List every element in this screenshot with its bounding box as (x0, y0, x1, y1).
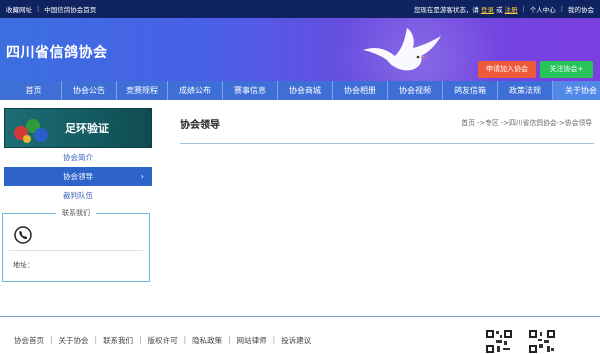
lottery-balls-icon (14, 119, 48, 143)
or-text: 或 (496, 6, 503, 14)
favorites-link[interactable]: 收藏网址 (6, 4, 32, 14)
footer-link[interactable]: 版权许可 (148, 335, 178, 346)
sidebar-menu-label: 协会简介 (63, 153, 93, 162)
nav-item[interactable]: 成绩公布 (168, 81, 223, 100)
header-banner: 四川省信鸽协会 申请加入协会 关注协会+ (0, 18, 600, 81)
title-divider (180, 143, 594, 144)
sidebar-menu-item[interactable]: 协会简介 (4, 148, 152, 167)
contact-box: 联系我们 地址： (2, 208, 150, 282)
sidebar: 足环验证 协会简介协会领导 › 裁判队伍 联系我们 地址： (2, 108, 152, 282)
my-association-link[interactable]: 我的协会 (568, 4, 594, 14)
footer-separator: | (50, 335, 53, 344)
footer-separator: | (228, 335, 231, 344)
sidebar-menu-item[interactable]: 协会领导 › (4, 167, 152, 186)
footer-separator: | (139, 335, 142, 344)
qr-code-icon (528, 329, 556, 354)
follow-association-button[interactable]: 关注协会+ (540, 61, 593, 78)
nav-item[interactable]: 协会相册 (333, 81, 388, 100)
nav-item[interactable]: 政策法规 (498, 81, 553, 100)
footer-link[interactable]: 协会首页 (14, 335, 44, 346)
sidebar-menu-label: 裁判队伍 (63, 191, 93, 200)
join-association-button[interactable]: 申请加入协会 (478, 61, 536, 78)
footer-link[interactable]: 联系我们 (103, 335, 133, 346)
footer-separator: | (272, 335, 276, 344)
main-nav: 首页 协会公告 竞赛规程 成绩公布 赛事信息 协会商城 协会相册 协会视频 鸽友信箱 政策法规 关于… (0, 81, 600, 100)
personal-center-link[interactable]: 个人中心 (530, 4, 556, 14)
cxa-home-link[interactable]: 中国信鸽协会首页 (44, 4, 96, 14)
site-title[interactable]: 四川省信鸽协会 (6, 42, 108, 62)
footer-separator: | (183, 335, 187, 344)
qr-code-icon (485, 329, 513, 354)
nav-item[interactable]: 协会商城 (278, 81, 333, 100)
sidebar-menu-label: 协会领导 (63, 172, 93, 181)
guest-status-text: 您现在是游客状态，请 登录 或 注册 (414, 4, 518, 14)
footer-separator: | (94, 335, 98, 344)
footer-link[interactable]: 网站律师 (237, 335, 267, 346)
status-prefix: 您现在是游客状态，请 (413, 6, 479, 14)
footer-link[interactable]: 投诉建议 (281, 335, 311, 346)
dove-icon (363, 28, 441, 71)
breadcrumb[interactable]: 首页 ->专区 ->四川省信鸽协会->协会领导 (461, 117, 592, 127)
footer-link[interactable]: 关于协会 (59, 335, 89, 346)
top-bar: 收藏网址 | 中国信鸽协会首页 您现在是游客状态，请 登录 或 注册 | 个人中… (0, 0, 600, 18)
phone-icon (14, 226, 32, 244)
separator: | (522, 5, 525, 13)
nav-item[interactable]: 首页 (6, 81, 62, 100)
nav-item[interactable]: 鸽友信箱 (443, 81, 498, 100)
separator: | (560, 5, 563, 13)
ring-verify-promo[interactable]: 足环验证 (4, 108, 152, 148)
contact-divider (9, 250, 143, 251)
footer-links: 协会首页 | 关于协会 | 联系我们 | 版权许可 | 隐私政策 | 网站律师 | 投诉建议 (14, 335, 311, 346)
contact-title: 联系我们 (56, 208, 96, 218)
sidebar-menu: 协会简介协会领导 › 裁判队伍 (4, 148, 152, 205)
nav-item[interactable]: 协会公告 (62, 81, 117, 100)
footer-link[interactable]: 隐私政策 (192, 335, 222, 346)
login-link[interactable]: 登录 (481, 6, 494, 14)
content-area: 足环验证 协会简介 协会领导 › 裁判队伍 联系我们 地址： 协会领导 首页 ->专区… (0, 100, 600, 315)
ring-verify-label: 足环验证 (65, 122, 109, 135)
chevron-right-icon: › (140, 172, 144, 181)
sidebar-menu-item[interactable]: 裁判队伍 (4, 186, 152, 205)
nav-item[interactable]: 赛事信息 (223, 81, 278, 100)
separator: | (37, 5, 40, 13)
nav-item[interactable]: 关于协会 (553, 81, 600, 100)
nav-item[interactable]: 竞赛规程 (117, 81, 168, 100)
register-link[interactable]: 注册 (505, 6, 518, 14)
footer: 协会首页 | 关于协会 | 联系我们 | 版权许可 | 隐私政策 | 网站律师 | 投诉建议 (0, 316, 600, 354)
nav-item[interactable]: 协会视频 (388, 81, 443, 100)
page-title: 协会领导 (180, 120, 220, 131)
contact-address: 地址： (13, 261, 34, 269)
